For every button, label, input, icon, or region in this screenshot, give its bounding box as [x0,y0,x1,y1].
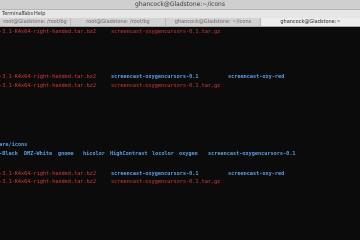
directory-entry: gnome [58,151,74,157]
tab-4[interactable]: ghancock@Gladstone:~ [261,18,360,26]
directory-entry: HighContrast [110,151,148,157]
directory-entry: screencast-oxy-red [228,74,285,80]
archive-file: screencast-oxygencursors-0.1.tar.gz [111,29,221,35]
menu-terminal[interactable]: Terminal [2,10,23,18]
archive-file: 0-3.1-K4x64-right-handed.tar.bz2 [0,83,96,89]
terminal-window: ghancock@Gladstone:~/icons Terminal Tabs… [0,0,360,202]
archive-file: 0-3.1-K4x64-right-handed.tar.bz2 [0,171,96,177]
directory-entry: locolor [152,151,174,157]
window-title: ghancock@Gladstone:~/icons [135,1,225,8]
terminal-output[interactable]: 0-3.1-K4x64-right-handed.tar.bz2 screenc… [0,27,360,202]
archive-file: screencast-oxygencursors-0.1.tar.gz [111,83,221,89]
menu-bar: Terminal Tabs Help [0,10,360,18]
output-line: 0-3.1-K4x64-right-handed.tar.bz2 screenc… [0,170,284,178]
tab-3[interactable]: ghancock@Gladstone: ~/icons [166,18,261,26]
output-line: hare/icons [0,141,27,149]
directory-entry: oxygen [179,151,198,157]
tab-2[interactable]: root@Gladstone: /root/bg [71,18,166,26]
directory-entry: 2-Black [0,151,18,157]
directory-entry: screencast-oxy-red [228,171,285,177]
directory-entry: screencast-oxygencursors-0.1 [111,171,199,177]
output-line: 0-3.1-K4x64-right-handed.tar.bz2 screenc… [0,28,220,36]
menu-tabs[interactable]: Tabs [22,10,33,18]
tab-1[interactable]: root@Gladstone: /root/bg [0,18,71,26]
title-bar[interactable]: ghancock@Gladstone:~/icons [0,0,360,10]
output-line: 0-3.1-K4x64-right-handed.tar.bz2 screenc… [0,178,220,186]
directory-entry: screencast-oxygencursors-0.1 [111,74,199,80]
path-text: hare/icons [0,142,28,148]
archive-file: screencast-oxygencursors-0.1.tar.gz [111,179,221,185]
directory-entry: DMZ-White [24,151,53,157]
output-line: 0-3.1-K4x64-right-handed.tar.bz2 screenc… [0,82,220,90]
archive-file: 0-3.1-K4x64-right-handed.tar.bz2 [0,179,96,185]
output-line: 0-3.1-K4x64-right-handed.tar.bz2 screenc… [0,73,284,81]
output-line: 2-Black DMZ-White gnome hicolor HighCont… [0,150,295,158]
directory-entry: screencast-oxygencursors-0.1 [208,151,296,157]
directory-entry: hicolor [83,151,105,157]
archive-file: 0-3.1-K4x64-right-handed.tar.bz2 [0,74,96,80]
menu-help[interactable]: Help [34,10,45,18]
archive-file: 0-3.1-K4x64-right-handed.tar.bz2 [0,29,96,35]
tab-bar: root@Gladstone: /root/bg root@Gladstone:… [0,18,360,27]
